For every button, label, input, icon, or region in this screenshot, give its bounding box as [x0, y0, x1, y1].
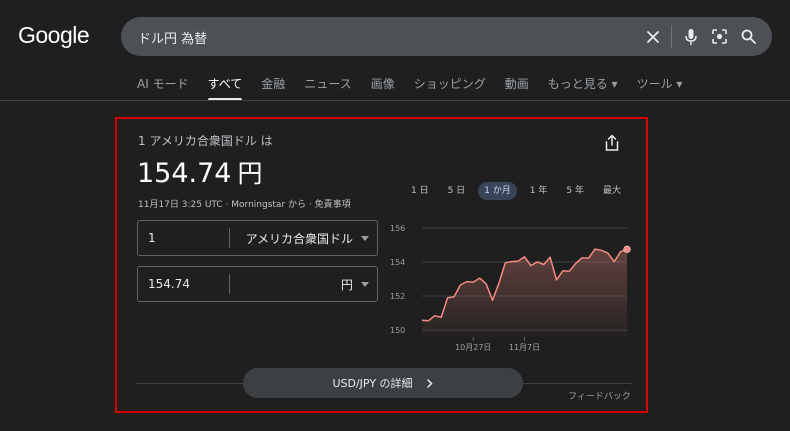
- exchange-rate-value: 154.74: [137, 158, 232, 189]
- conversion-lead-text: 1 アメリカ合衆国ドル は: [138, 134, 273, 148]
- range-option[interactable]: 1 日: [405, 182, 435, 200]
- feedback-link[interactable]: フィードバック: [568, 389, 631, 402]
- currency-converter-card: 1 アメリカ合衆国ドル は 154.74 円 11月17日 3:25 UTC · …: [115, 117, 648, 413]
- tab-shopping[interactable]: ショッピング: [414, 75, 486, 101]
- header-divider: [0, 100, 790, 101]
- rate-source-meta: 11月17日 3:25 UTC · Morningstar から · 免責事項: [138, 200, 351, 210]
- from-currency-field[interactable]: 1 アメリカ合衆国ドル: [137, 220, 378, 256]
- chart-data-point: [623, 245, 631, 254]
- to-currency-select[interactable]: 円: [341, 276, 353, 293]
- tab-videos[interactable]: 動画: [505, 75, 529, 101]
- chevron-down-icon[interactable]: [361, 282, 369, 287]
- range-option[interactable]: 1 年: [524, 182, 554, 200]
- from-amount-input[interactable]: 1: [148, 231, 156, 245]
- tab-tools[interactable]: ツール ▾: [637, 75, 683, 101]
- search-bar[interactable]: ドル円 為替: [121, 17, 772, 56]
- range-option[interactable]: 最大: [597, 182, 627, 200]
- search-input[interactable]: ドル円 為替: [138, 28, 207, 47]
- range-option[interactable]: 1 か月: [478, 182, 517, 200]
- tab-finance[interactable]: 金融: [261, 75, 285, 101]
- google-logo[interactable]: Google: [18, 22, 90, 49]
- y-tick-label: 150: [390, 326, 405, 335]
- exchange-rate: 154.74 円: [137, 154, 263, 190]
- search-icon[interactable]: [738, 26, 759, 47]
- tab-all[interactable]: すべて: [207, 75, 242, 101]
- range-option[interactable]: 5 日: [442, 182, 472, 200]
- y-tick-label: 154: [390, 258, 405, 267]
- tab-news[interactable]: ニュース: [304, 75, 351, 101]
- tab-ai-mode[interactable]: AI モード: [137, 75, 189, 101]
- chart-range-selector: 1 日 5 日 1 か月 1 年 5 年最大: [405, 182, 634, 200]
- x-tick-label: 11月7日: [509, 343, 540, 352]
- y-tick-label: 156: [390, 224, 405, 233]
- field-separator: [229, 274, 230, 294]
- search-divider: [671, 25, 672, 48]
- rate-chart: 150 152 154 156 10月27日 11月7日: [390, 224, 631, 352]
- usd-jpy-details-button[interactable]: USD/JPY の詳細: [243, 368, 523, 398]
- to-currency-field[interactable]: 154.74 円: [137, 266, 378, 302]
- chevron-right-icon: [426, 378, 433, 388]
- tab-more[interactable]: もっと見る ▾: [548, 75, 618, 101]
- tab-images[interactable]: 画像: [371, 75, 395, 101]
- y-tick-label: 152: [390, 292, 405, 301]
- search-tabs: AI モード すべて 金融 ニュース 画像 ショッピング 動画 もっと見る ▾ …: [137, 75, 701, 101]
- chevron-down-icon[interactable]: [361, 236, 369, 241]
- camera-lens-icon[interactable]: [709, 26, 730, 47]
- from-currency-select[interactable]: アメリカ合衆国ドル: [246, 230, 353, 247]
- share-icon[interactable]: [603, 134, 621, 152]
- to-amount-input[interactable]: 154.74: [148, 277, 190, 291]
- clear-icon[interactable]: [642, 26, 663, 47]
- details-button-label: USD/JPY の詳細: [332, 377, 413, 390]
- exchange-rate-unit: 円: [237, 159, 263, 188]
- range-option[interactable]: 5 年: [560, 182, 590, 200]
- x-tick-label: 10月27日: [455, 343, 491, 352]
- field-separator: [229, 228, 230, 248]
- microphone-icon[interactable]: [680, 26, 701, 47]
